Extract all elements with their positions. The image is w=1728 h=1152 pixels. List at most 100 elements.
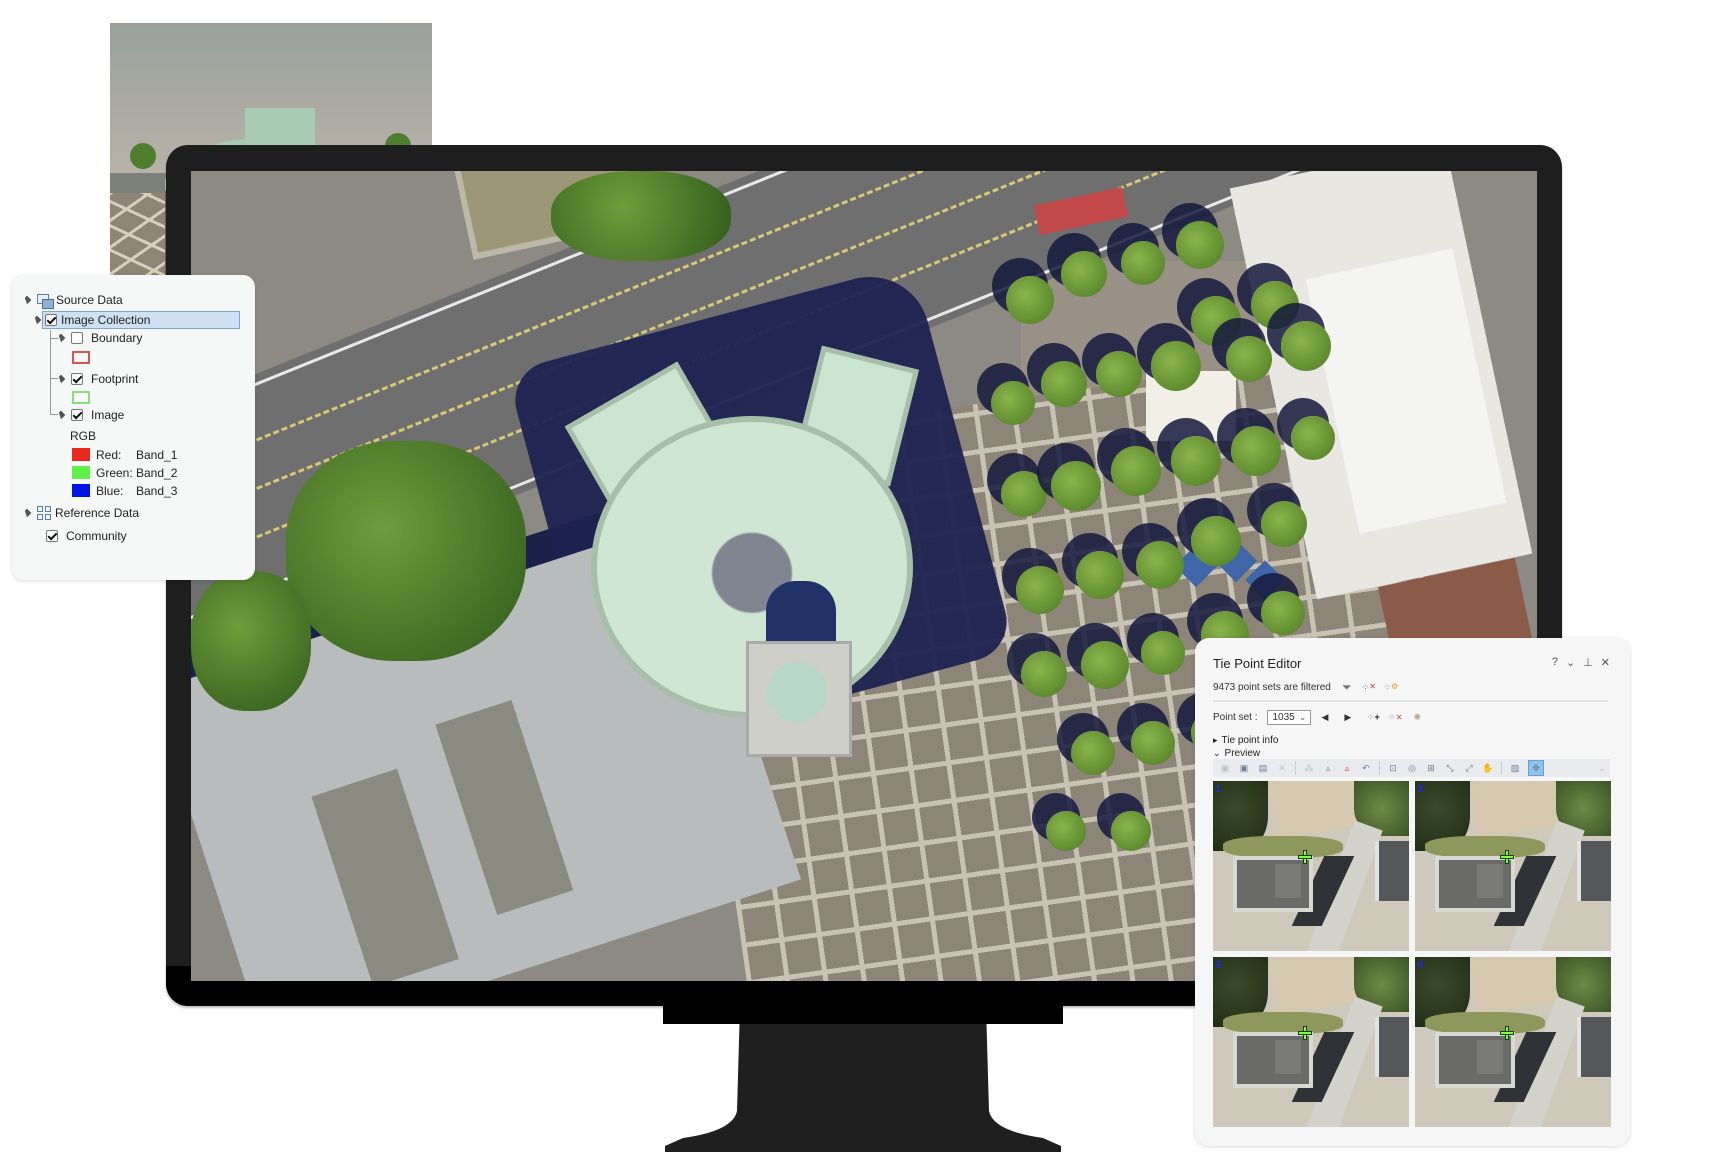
image-collection-checkbox[interactable] bbox=[45, 314, 57, 326]
reference-data-label: Reference Data bbox=[55, 506, 140, 520]
tree-item-boundary[interactable]: Boundary bbox=[56, 329, 142, 347]
remove-image-icon[interactable]: ✕ bbox=[1276, 762, 1288, 774]
expand-triangle-icon[interactable] bbox=[56, 333, 66, 343]
map-tree bbox=[1131, 721, 1175, 765]
pan-icon[interactable]: ✋ bbox=[1482, 762, 1494, 774]
footprint-symbol[interactable] bbox=[72, 391, 90, 404]
add-point-icon[interactable]: ▵ bbox=[1322, 762, 1334, 774]
next-point-set-button[interactable]: ▶ bbox=[1344, 712, 1351, 723]
add-point-all-icon[interactable]: ⁂ bbox=[1303, 762, 1315, 774]
filter-status-text: 9473 point sets are filtered bbox=[1213, 681, 1331, 693]
green-band-item: Green: Band_2 bbox=[96, 466, 178, 480]
zoom-in-icon[interactable]: ⤡ bbox=[1444, 762, 1456, 774]
tree-item-community[interactable]: Community bbox=[46, 527, 127, 545]
tree-item-footprint[interactable]: Footprint bbox=[56, 370, 139, 388]
map-tree bbox=[1251, 281, 1299, 329]
filter-settings-icon[interactable]: ⁘ ⚙ bbox=[1384, 681, 1399, 693]
preview-image-grid: 1 3 2 4 bbox=[1213, 781, 1611, 1127]
map-tree bbox=[1061, 251, 1107, 297]
map-tree-cluster bbox=[551, 171, 731, 261]
red-band-swatch bbox=[72, 448, 90, 461]
tie-point-editor-pane: Tie Point Editor ? ⌄ ⊥ ✕ 9473 point sets… bbox=[1195, 638, 1630, 1146]
map-tree bbox=[1291, 416, 1335, 460]
zoom-out-icon[interactable]: ⤢ bbox=[1463, 762, 1475, 774]
tree-item-reference-data[interactable]: Reference Data bbox=[22, 504, 140, 522]
map-tree bbox=[1021, 651, 1067, 697]
link-views-icon[interactable]: ✥ bbox=[1528, 760, 1544, 776]
expand-triangle-icon[interactable] bbox=[56, 410, 66, 420]
map-tree bbox=[1231, 426, 1281, 476]
tile-number: 1 bbox=[1215, 783, 1222, 795]
filter-icon[interactable]: ⏷ bbox=[1341, 681, 1353, 693]
map-tree bbox=[1041, 361, 1087, 407]
delete-point-icon[interactable]: ▵ bbox=[1341, 762, 1353, 774]
add-image-set-icon[interactable]: ▤ bbox=[1257, 762, 1269, 774]
add-image-icon[interactable]: ▣ bbox=[1238, 762, 1250, 774]
source-data-label: Source Data bbox=[56, 293, 123, 307]
expand-triangle-icon[interactable] bbox=[22, 508, 32, 518]
image-checkbox[interactable] bbox=[71, 409, 83, 421]
map-tree-cluster bbox=[191, 571, 311, 711]
center-point-icon[interactable]: ◎ bbox=[1406, 762, 1418, 774]
zoom-extent-icon[interactable]: ⊞ bbox=[1425, 762, 1437, 774]
preview-tile[interactable]: 4 bbox=[1415, 957, 1611, 1127]
tile-number: 2 bbox=[1215, 959, 1222, 971]
tree-item-image[interactable]: Image bbox=[56, 406, 125, 424]
boundary-symbol[interactable] bbox=[72, 351, 90, 364]
chevron-down-icon: ⌄ bbox=[1298, 712, 1307, 722]
tree-item-image-collection[interactable]: Image Collection bbox=[42, 311, 240, 329]
tie-point-info-section[interactable]: ▸ Tie point info bbox=[1213, 735, 1278, 746]
tie-point-crosshair-icon[interactable] bbox=[1501, 1027, 1513, 1039]
toolbar-overflow-icon[interactable]: ⌄ bbox=[1596, 762, 1608, 774]
map-tree bbox=[1176, 221, 1224, 269]
expand-triangle-icon[interactable] bbox=[56, 374, 66, 384]
map-tree-cluster bbox=[286, 441, 526, 661]
filter-row: 9473 point sets are filtered ⏷ ⁘ ✕ ⁘ ⚙ bbox=[1213, 681, 1399, 693]
contents-pane: Source Data Image Collection Boundary Fo… bbox=[12, 275, 255, 580]
delete-tie-point-icon[interactable]: ⁘ ✕ bbox=[1388, 712, 1402, 724]
zoom-to-point-icon[interactable]: ⊡ bbox=[1387, 762, 1399, 774]
rgb-heading: RGB bbox=[70, 429, 97, 443]
blue-band-swatch bbox=[72, 484, 90, 497]
footprint-label: Footprint bbox=[91, 372, 139, 386]
preview-tile[interactable]: 3 bbox=[1415, 781, 1611, 951]
pane-window-controls: ? ⌄ ⊥ ✕ bbox=[1552, 656, 1610, 669]
tie-point-crosshair-icon[interactable] bbox=[1299, 851, 1311, 863]
pin-button[interactable]: ⊥ bbox=[1583, 656, 1593, 669]
options-menu-button[interactable]: ⌄ bbox=[1566, 656, 1575, 669]
point-set-settings-icon[interactable]: ✺ bbox=[1411, 712, 1423, 724]
preview-section[interactable]: ⌄ Preview bbox=[1213, 748, 1260, 759]
add-image-undo-icon[interactable]: ▣ bbox=[1219, 762, 1231, 774]
tree-connector bbox=[50, 330, 51, 414]
image-display-icon[interactable]: ▨ bbox=[1509, 762, 1521, 774]
point-set-dropdown[interactable]: 1035 ⌄ bbox=[1267, 710, 1312, 725]
undo-icon[interactable]: ↶ bbox=[1360, 762, 1372, 774]
map-tree bbox=[1096, 351, 1142, 397]
preview-tile[interactable]: 2 bbox=[1213, 957, 1409, 1127]
image-label: Image bbox=[91, 408, 125, 422]
source-data-icon bbox=[37, 293, 54, 309]
blue-band-item: Blue: Band_3 bbox=[96, 484, 178, 498]
map-tree bbox=[1051, 461, 1101, 511]
map-tree bbox=[1261, 501, 1307, 547]
add-tie-point-icon[interactable]: ⁘ + bbox=[1367, 712, 1380, 724]
help-button[interactable]: ? bbox=[1552, 656, 1558, 669]
map-tree bbox=[991, 381, 1035, 425]
footprint-checkbox[interactable] bbox=[71, 373, 83, 385]
tie-point-crosshair-icon[interactable] bbox=[1501, 851, 1513, 863]
expand-triangle-icon[interactable] bbox=[22, 295, 32, 305]
tree-item-source-data[interactable]: Source Data bbox=[22, 291, 123, 309]
tie-point-crosshair-icon[interactable] bbox=[1299, 1027, 1311, 1039]
community-checkbox[interactable] bbox=[46, 530, 58, 542]
map-tree bbox=[1121, 241, 1165, 285]
clear-filter-icon[interactable]: ⁘ ✕ bbox=[1362, 681, 1376, 693]
expand-triangle-icon[interactable] bbox=[32, 315, 42, 325]
map-tree bbox=[1151, 341, 1201, 391]
boundary-checkbox[interactable] bbox=[71, 332, 83, 344]
preview-tile[interactable]: 1 bbox=[1213, 781, 1409, 951]
map-tree bbox=[1281, 321, 1331, 371]
map-tree bbox=[1261, 591, 1305, 635]
previous-point-set-button[interactable]: ◀ bbox=[1321, 712, 1328, 723]
close-button[interactable]: ✕ bbox=[1601, 656, 1610, 669]
photo-tree bbox=[130, 143, 156, 169]
